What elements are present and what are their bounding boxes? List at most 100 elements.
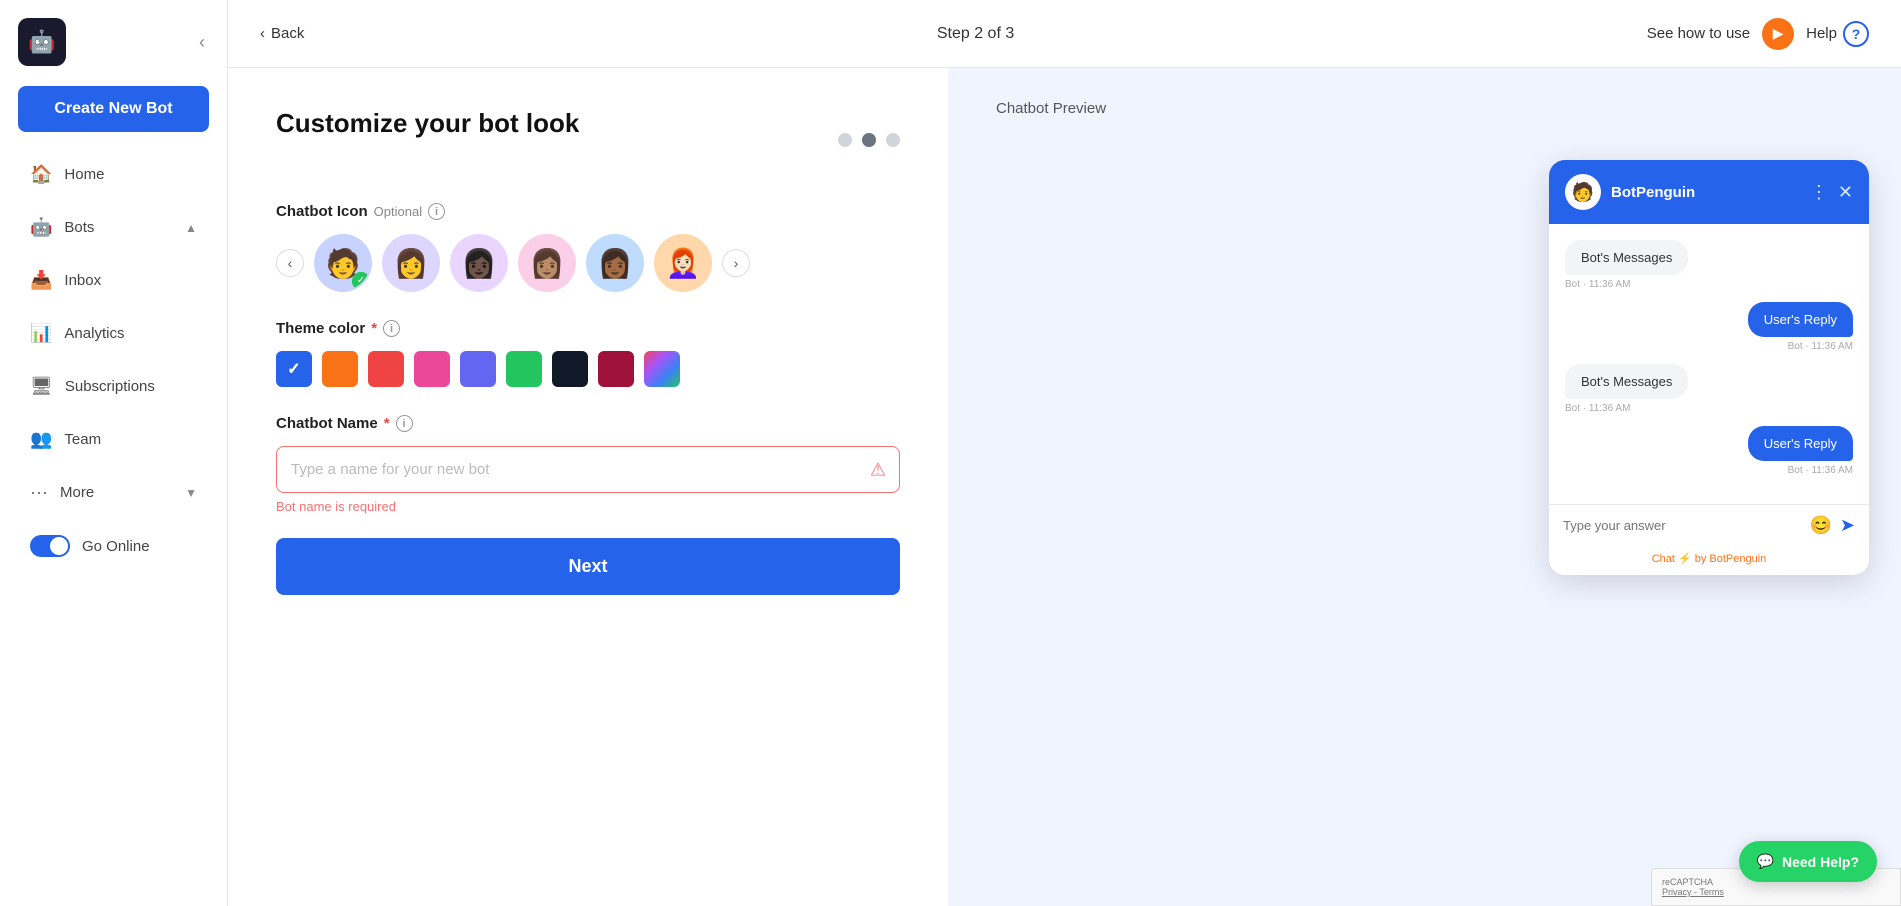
inbox-icon: 📥 bbox=[30, 270, 52, 291]
carousel-next-button[interactable]: › bbox=[722, 249, 750, 277]
help-button[interactable]: Help ? bbox=[1806, 21, 1869, 47]
avatar-option-3[interactable]: 👩🏿 bbox=[450, 234, 508, 292]
input-error-icon: ⚠ bbox=[870, 459, 886, 480]
color-swatch-indigo[interactable] bbox=[460, 351, 496, 387]
need-help-label: Need Help? bbox=[1782, 854, 1859, 870]
create-new-bot-button[interactable]: Create New Bot bbox=[18, 86, 209, 132]
chatbot-input-row: 😊 ➤ bbox=[1549, 504, 1869, 546]
color-swatch-orange[interactable] bbox=[322, 351, 358, 387]
chatbot-name-label: Chatbot Name * i bbox=[276, 415, 900, 432]
back-chevron-icon: ‹ bbox=[260, 25, 265, 42]
name-info-icon[interactable]: i bbox=[396, 415, 413, 432]
chatbot-emoji-button[interactable]: 😊 bbox=[1809, 515, 1831, 536]
go-online-toggle[interactable] bbox=[30, 535, 70, 557]
see-how-link[interactable]: See how to use bbox=[1647, 25, 1750, 42]
avatar-option-4[interactable]: 👩🏽 bbox=[518, 234, 576, 292]
color-swatch-pink[interactable] bbox=[414, 351, 450, 387]
avatar-option-5[interactable]: 👩🏾 bbox=[586, 234, 644, 292]
avatar-option-6[interactable]: 👩🏻‍🦰 bbox=[654, 234, 712, 292]
go-online-row: Go Online bbox=[8, 521, 219, 571]
sidebar-item-bots[interactable]: 🤖 Bots ▲ bbox=[8, 203, 219, 252]
step-dot-3 bbox=[886, 133, 900, 147]
sidebar-item-more[interactable]: ··· More ▼ bbox=[8, 468, 219, 517]
avatar-face-5: 👩🏾 bbox=[588, 236, 642, 290]
user-bubble-2: User's Reply bbox=[1748, 426, 1853, 461]
theme-required-star: * bbox=[371, 320, 377, 337]
chatbot-footer: Chat ⚡ by BotPenguin bbox=[1549, 546, 1869, 575]
step-dot-2 bbox=[862, 133, 876, 147]
avatar-face-3: 👩🏿 bbox=[452, 236, 506, 290]
chatbot-name-input[interactable] bbox=[276, 446, 900, 493]
sidebar-item-analytics[interactable]: 📊 Analytics bbox=[8, 309, 219, 358]
color-swatch-blue[interactable]: ✓ bbox=[276, 351, 312, 387]
back-button[interactable]: ‹ Back bbox=[260, 25, 304, 42]
user-timestamp-2: Bot · 11:36 AM bbox=[1788, 465, 1853, 476]
name-error-message: Bot name is required bbox=[276, 499, 900, 514]
color-swatch-black[interactable] bbox=[552, 351, 588, 387]
theme-color-row: ✓ bbox=[276, 351, 900, 387]
subscriptions-icon: 🖥 bbox=[30, 376, 53, 397]
bot-timestamp-2: Bot · 11:36 AM bbox=[1565, 403, 1630, 414]
next-button[interactable]: Next bbox=[276, 538, 900, 595]
bot-avatar-preview: 🧑 bbox=[1565, 174, 1601, 210]
more-arrow-icon: ▼ bbox=[185, 486, 197, 500]
home-icon: 🏠 bbox=[30, 164, 52, 185]
sidebar-item-home[interactable]: 🏠 Home bbox=[8, 150, 219, 199]
go-online-label: Go Online bbox=[82, 538, 150, 555]
color-swatch-gradient[interactable] bbox=[644, 351, 680, 387]
bot-name-preview: BotPenguin bbox=[1611, 184, 1695, 201]
need-help-button[interactable]: 💬 Need Help? bbox=[1739, 841, 1877, 882]
chatbot-icon-label: Chatbot Icon Optional i bbox=[276, 203, 900, 220]
theme-info-icon[interactable]: i bbox=[383, 320, 400, 337]
carousel-prev-button[interactable]: ‹ bbox=[276, 249, 304, 277]
avatar-carousel: ‹ 🧑 ✓ 👩 👩🏿 👩🏽 👩🏾 👩🏻‍� bbox=[276, 234, 900, 292]
sidebar-item-inbox[interactable]: 📥 Inbox bbox=[8, 256, 219, 305]
chatbot-widget-header: 🧑 BotPenguin ⋮ ✕ bbox=[1549, 160, 1869, 224]
more-icon: ··· bbox=[30, 482, 48, 503]
preview-panel: Chatbot Preview 🧑 BotPenguin ⋮ ✕ bbox=[948, 68, 1901, 906]
form-title: Customize your bot look bbox=[276, 108, 579, 139]
header-right: See how to use ▶ Help ? bbox=[1647, 18, 1869, 50]
chatbot-icon-info-icon[interactable]: i bbox=[428, 203, 445, 220]
preview-label: Chatbot Preview bbox=[996, 100, 1106, 117]
avatar-face-6: 👩🏻‍🦰 bbox=[656, 236, 710, 290]
avatar-face-2: 👩 bbox=[384, 236, 438, 290]
chatbot-close-icon[interactable]: ✕ bbox=[1838, 182, 1853, 203]
footer-bolt-icon: ⚡ bbox=[1678, 553, 1692, 565]
avatar-face-4: 👩🏽 bbox=[520, 236, 574, 290]
play-icon[interactable]: ▶ bbox=[1762, 18, 1794, 50]
step-dots bbox=[838, 133, 900, 147]
bot-timestamp-1: Bot · 11:36 AM bbox=[1565, 279, 1630, 290]
avatar-option-1[interactable]: 🧑 ✓ bbox=[314, 234, 372, 292]
color-swatch-green[interactable] bbox=[506, 351, 542, 387]
chatbot-messages-area: Bot's Messages Bot · 11:36 AM User's Rep… bbox=[1549, 224, 1869, 504]
sidebar-item-label-bots: Bots bbox=[64, 219, 94, 236]
bot-bubble-1: Bot's Messages bbox=[1565, 240, 1688, 275]
avatar-selected-check: ✓ bbox=[352, 272, 370, 290]
chatbot-text-input[interactable] bbox=[1563, 518, 1801, 533]
color-swatch-darkred[interactable] bbox=[598, 351, 634, 387]
bot-message-1: Bot's Messages Bot · 11:36 AM bbox=[1565, 240, 1853, 290]
chatbot-more-icon[interactable]: ⋮ bbox=[1810, 182, 1828, 203]
logo-emoji: 🤖 bbox=[28, 29, 55, 55]
bot-message-2: Bot's Messages Bot · 11:36 AM bbox=[1565, 364, 1853, 414]
theme-color-label: Theme color * i bbox=[276, 320, 900, 337]
analytics-icon: 📊 bbox=[30, 323, 52, 344]
color-swatch-red[interactable] bbox=[368, 351, 404, 387]
privacy-terms-text[interactable]: Privacy - Terms bbox=[1662, 887, 1890, 897]
team-icon: 👥 bbox=[30, 429, 52, 450]
sidebar-item-team[interactable]: 👥 Team bbox=[8, 415, 219, 464]
sidebar-collapse-button[interactable]: ‹ bbox=[195, 28, 209, 57]
sidebar-item-subscriptions[interactable]: 🖥 Subscriptions bbox=[8, 362, 219, 411]
avatar-option-2[interactable]: 👩 bbox=[382, 234, 440, 292]
help-circle-icon: ? bbox=[1843, 21, 1869, 47]
name-required-star: * bbox=[384, 415, 390, 432]
back-label: Back bbox=[271, 25, 304, 42]
app-logo: 🤖 bbox=[18, 18, 66, 66]
sidebar-item-label-inbox: Inbox bbox=[64, 272, 101, 289]
sidebar-item-label-more: More bbox=[60, 484, 94, 501]
chatbot-widget-preview: 🧑 BotPenguin ⋮ ✕ Bot's Messages Bot · 11… bbox=[1549, 160, 1869, 575]
page-header: ‹ Back Step 2 of 3 See how to use ▶ Help… bbox=[228, 0, 1901, 68]
chatbot-send-button[interactable]: ➤ bbox=[1840, 515, 1855, 536]
whatsapp-icon: 💬 bbox=[1757, 853, 1774, 870]
